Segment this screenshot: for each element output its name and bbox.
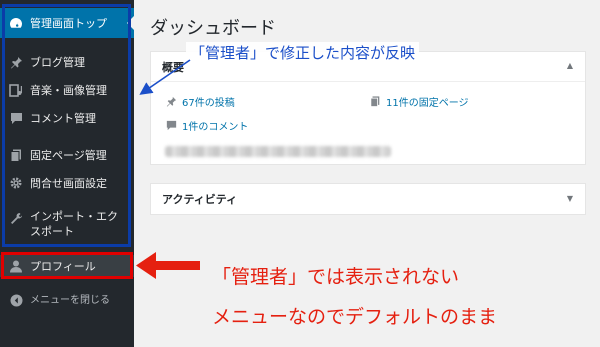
activity-widget: アクティビティ ▼ <box>150 183 586 215</box>
posts-count-label: 67件の投稿 <box>182 98 235 109</box>
sidebar-item-label: 問合せ画面設定 <box>30 176 107 190</box>
gear-icon <box>8 175 24 191</box>
pin-icon <box>8 54 24 70</box>
blurred-version-info <box>165 146 391 157</box>
sidebar-item-comments[interactable]: コメント管理 <box>0 108 134 128</box>
sidebar-item-profile[interactable]: プロフィール <box>0 255 134 277</box>
sidebar-item-label: 音楽・画像管理 <box>30 83 107 97</box>
annotation-blue-note: 「管理者」で修正した内容が反映 <box>186 42 420 63</box>
widget-header[interactable]: アクティビティ ▼ <box>151 184 585 214</box>
user-icon <box>8 258 24 274</box>
sidebar-item-pages[interactable]: 固定ページ管理 <box>0 145 134 165</box>
page-icon <box>369 96 381 107</box>
comment-icon <box>8 110 24 126</box>
collapse-toggle-icon[interactable]: ▲ <box>567 61 573 70</box>
collapse-arrow-icon <box>8 292 24 308</box>
sidebar-item-label: 管理画面トップ <box>30 16 107 30</box>
collapse-menu-label: メニューを閉じる <box>30 294 110 306</box>
sidebar-item-import-export[interactable]: インポート・エクスポート <box>0 209 134 243</box>
sidebar-item-label: 固定ページ管理 <box>30 148 107 162</box>
page-icon <box>8 147 24 163</box>
comments-count-label: 1件のコメント <box>182 122 249 133</box>
dashboard-icon <box>8 15 24 31</box>
annotation-red-note-line1: 「管理者」では表示されない <box>212 266 460 288</box>
comment-icon <box>165 120 177 131</box>
collapse-menu-button[interactable]: メニューを閉じる <box>0 290 134 310</box>
pages-count-link[interactable]: 11件の固定ページ <box>369 94 469 109</box>
widget-title: アクティビティ <box>162 193 238 206</box>
at-a-glance-widget: 概要 ▲ 67件の投稿 11件の固定ページ 1件のコメント <box>150 51 586 165</box>
sidebar-item-contact-settings[interactable]: 問合せ画面設定 <box>0 173 134 193</box>
page-title: ダッシュボード <box>150 18 276 39</box>
posts-count-link[interactable]: 67件の投稿 <box>165 94 235 109</box>
wrench-icon <box>8 210 24 226</box>
sidebar-item-blog[interactable]: ブログ管理 <box>0 52 134 72</box>
widget-title: 概要 <box>162 60 184 74</box>
comments-count-link[interactable]: 1件のコメント <box>165 118 248 133</box>
pages-count-label: 11件の固定ページ <box>386 98 469 109</box>
annotation-red-note-line2: メニューなのでデフォルトのまま <box>212 306 498 328</box>
sidebar-item-label: プロフィール <box>30 259 96 273</box>
sidebar-item-label: コメント管理 <box>30 111 96 125</box>
pin-icon <box>165 96 177 107</box>
admin-sidebar: 管理画面トップ ブログ管理 音楽・画像管理 コメント管理 固定ページ管理 問合せ… <box>0 0 134 347</box>
sidebar-item-label: ブログ管理 <box>30 55 85 69</box>
red-arrow <box>136 252 200 279</box>
sidebar-item-label: インポート・エクスポート <box>30 210 118 238</box>
collapse-toggle-icon[interactable]: ▼ <box>567 194 573 203</box>
sidebar-item-media[interactable]: 音楽・画像管理 <box>0 80 134 100</box>
media-icon <box>8 82 24 98</box>
sidebar-item-dashboard[interactable]: 管理画面トップ <box>0 8 134 38</box>
